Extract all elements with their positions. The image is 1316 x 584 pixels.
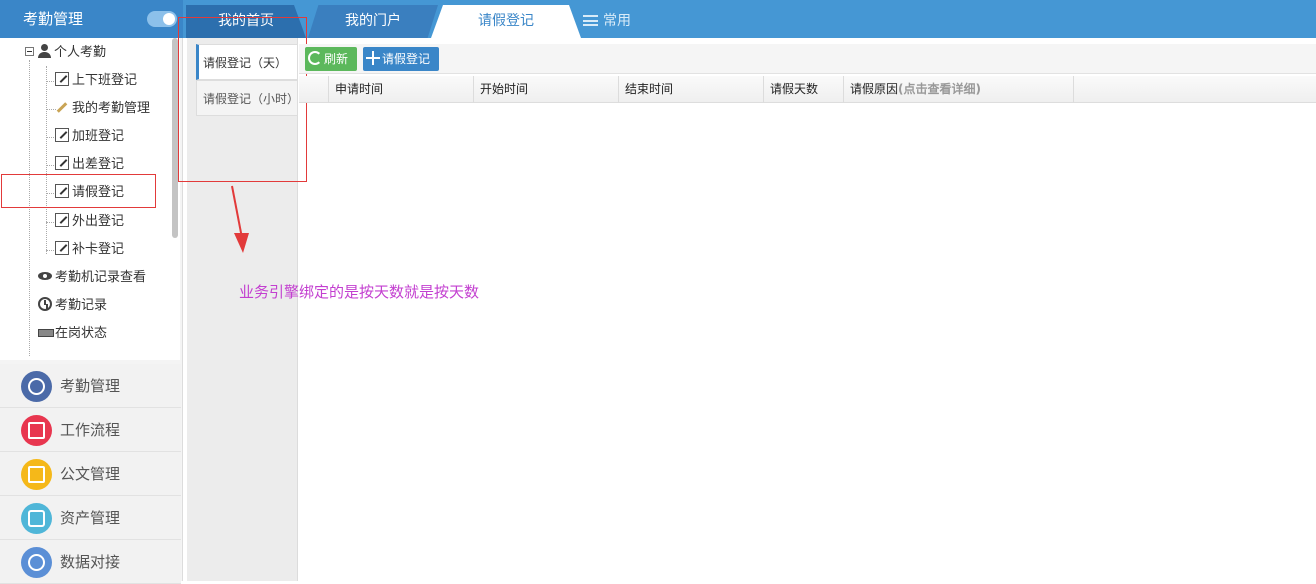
tree-item-label: 在岗状态	[55, 326, 108, 341]
grid-col-apply-time[interactable]: 申请时间	[329, 76, 474, 103]
tree-item-label: 补卡登记	[72, 242, 125, 257]
tree-group-personal[interactable]: 个人考勤	[25, 40, 106, 66]
tree-item-label: 上下班登记	[72, 73, 138, 88]
plus-icon	[366, 51, 380, 65]
tree-group-label: 个人考勤	[54, 45, 107, 60]
document-icon	[21, 459, 52, 490]
annotation-box-leave-item	[1, 174, 156, 208]
tree-item-label: 加班登记	[72, 129, 125, 144]
grid-header: 申请时间 开始时间 结束时间 请假天数 请假原因(点击查看详细)	[299, 76, 1316, 103]
annotation-box-subtabs	[178, 17, 307, 182]
tree-item-label: 考勤记录	[55, 298, 108, 313]
grid-col-leave-reason-label: 请假原因	[850, 82, 899, 96]
tab-leave-registration[interactable]: 请假登记	[431, 5, 581, 38]
grid-col-check[interactable]	[299, 76, 329, 103]
tree-item-card-fix[interactable]: 补卡登记	[55, 237, 124, 263]
tree-item-label: 我的考勤管理	[72, 101, 151, 116]
edit-icon	[55, 128, 69, 142]
annotation-arrow	[231, 185, 249, 253]
edit-icon	[55, 156, 69, 170]
tree-item-label: 考勤机记录查看	[55, 270, 147, 285]
module-label: 工作流程	[60, 421, 121, 439]
pencil-icon	[55, 100, 69, 114]
grid-col-end-time[interactable]: 结束时间	[619, 76, 764, 103]
nav-tree: 个人考勤 上下班登记 我的考勤管理 加班登记 出差登记 请假登记 外出登记 补卡…	[0, 38, 180, 360]
clock-icon	[38, 297, 52, 311]
tree-item-my-attendance[interactable]: 我的考勤管理	[55, 96, 150, 122]
sidebar-toggle[interactable]	[147, 11, 177, 27]
sidebar-header: 考勤管理	[0, 0, 183, 38]
tab-portal[interactable]: 我的门户	[308, 5, 438, 38]
menu-icon	[583, 15, 598, 26]
tree-guide-line	[46, 66, 47, 254]
add-leave-button[interactable]: 请假登记	[363, 47, 439, 71]
tree-item-clock-in[interactable]: 上下班登记	[55, 68, 137, 94]
edit-icon	[55, 241, 69, 255]
app-title: 考勤管理	[23, 10, 84, 28]
module-documents[interactable]: 公文管理	[0, 452, 181, 496]
module-workflow[interactable]: 工作流程	[0, 408, 181, 452]
tree-item-machine-records[interactable]: 考勤机记录查看	[38, 265, 146, 291]
person-icon	[37, 44, 51, 58]
top-tab-bar: 我的首页 我的门户 请假登记 常用	[183, 0, 1316, 38]
sidebar: 考勤管理 个人考勤 上下班登记 我的考勤管理 加班登记 出差登记 请假登记 外出…	[0, 0, 183, 584]
refresh-icon	[308, 51, 322, 65]
grid-col-leave-days[interactable]: 请假天数	[764, 76, 844, 103]
tree-item-attendance-records[interactable]: 考勤记录	[38, 293, 107, 319]
eye-icon	[38, 269, 52, 283]
module-label: 考勤管理	[60, 377, 121, 395]
refresh-label: 刷新	[324, 52, 349, 66]
add-leave-label: 请假登记	[382, 52, 431, 66]
tree-guide-line	[29, 60, 30, 356]
swap-icon	[21, 415, 52, 446]
refresh-button[interactable]: 刷新	[305, 47, 357, 71]
module-label: 资产管理	[60, 509, 121, 527]
plug-icon	[21, 547, 52, 578]
briefcase-icon	[21, 503, 52, 534]
tree-item-label: 出差登记	[72, 157, 125, 172]
edit-icon	[55, 72, 69, 86]
tree-item-overtime[interactable]: 加班登记	[55, 124, 124, 150]
tab-common-label: 常用	[603, 13, 631, 29]
module-attendance[interactable]: 考勤管理	[0, 364, 181, 408]
grid-col-start-time[interactable]: 开始时间	[474, 76, 619, 103]
module-data-link[interactable]: 数据对接	[0, 540, 181, 584]
tree-item-label: 外出登记	[72, 214, 125, 229]
annotation-note: 业务引擎绑定的是按天数就是按天数	[239, 283, 480, 301]
toolbar: 刷新 请假登记	[299, 44, 1316, 74]
collapse-icon[interactable]	[25, 47, 34, 56]
clock-icon	[21, 371, 52, 402]
module-list: 考勤管理 工作流程 公文管理 资产管理 数据对接	[0, 364, 181, 584]
grid-col-reason-hint: (点击查看详细)	[898, 82, 981, 96]
tree-item-on-duty-status[interactable]: 在岗状态	[38, 321, 107, 347]
grid-col-leave-reason[interactable]: 请假原因(点击查看详细)	[844, 76, 1074, 103]
tab-common[interactable]: 常用	[583, 5, 631, 38]
module-label: 数据对接	[60, 553, 121, 571]
card-icon	[38, 325, 54, 339]
edit-icon	[55, 213, 69, 227]
module-assets[interactable]: 资产管理	[0, 496, 181, 540]
tree-item-going-out[interactable]: 外出登记	[55, 209, 124, 235]
module-label: 公文管理	[60, 465, 121, 483]
